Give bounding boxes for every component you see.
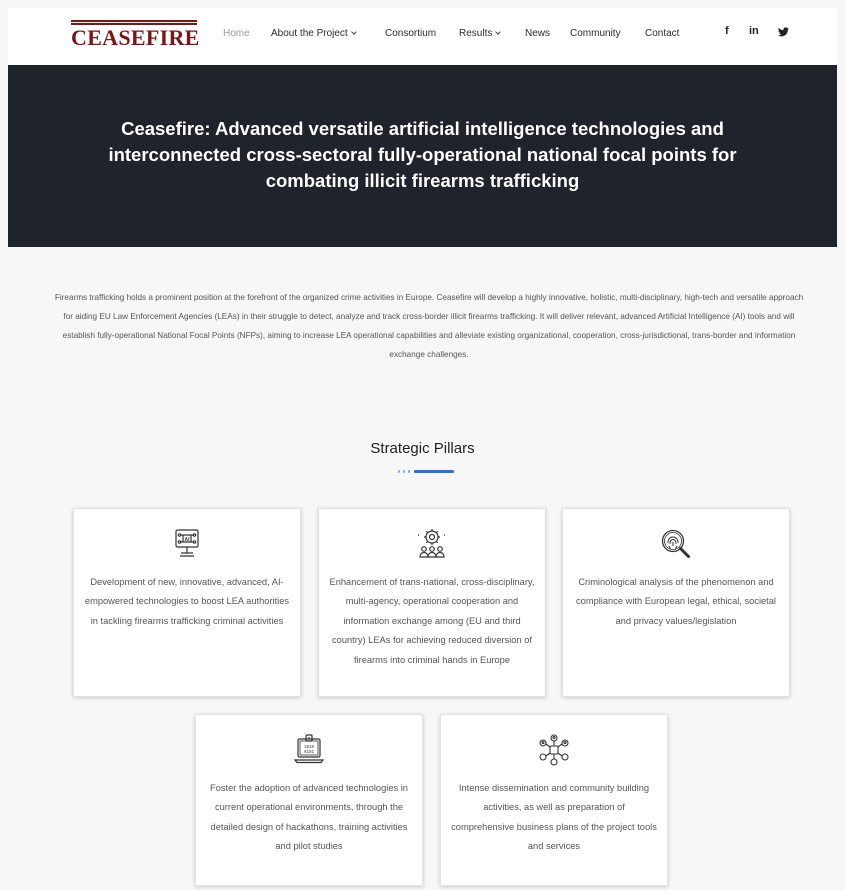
title-underline-decoration xyxy=(398,470,458,473)
nav-item-consortium[interactable]: Consortium xyxy=(385,28,436,39)
nav-item-label: Results xyxy=(459,28,493,39)
nav-item-label: About the Project xyxy=(271,28,348,39)
pillar-card-cooperation: Enhancement of trans-national, cross-dis… xyxy=(318,508,546,697)
team-gear-icon xyxy=(415,527,449,561)
network-community-icon xyxy=(537,733,571,767)
ai-chip-icon: AI xyxy=(170,527,204,561)
nav-item-label: Consortium xyxy=(385,28,437,39)
facebook-icon[interactable]: f xyxy=(725,25,729,37)
facebook-label: f xyxy=(725,25,729,37)
laptop-binary-icon: 1010 0101 xyxy=(292,733,326,767)
svg-text:1010: 1010 xyxy=(304,746,315,750)
svg-text:AI: AI xyxy=(185,537,191,543)
ceasefire-logo[interactable]: CEASEFIRE xyxy=(71,18,200,52)
pillar-card-text: Intense dissemination and community buil… xyxy=(451,783,657,852)
nav-item-news[interactable]: News xyxy=(525,28,550,39)
nav-item-community[interactable]: Community xyxy=(570,28,621,39)
hero-title: Ceasefire: Advanced versatile artificial… xyxy=(108,118,737,191)
chevron-down-icon xyxy=(495,29,502,35)
nav-item-results[interactable]: Results xyxy=(459,28,502,39)
pillar-card-adoption: 1010 0101 Foster the adoption of advance… xyxy=(195,714,423,886)
nav-item-label: Home xyxy=(223,28,250,39)
pillar-card-ai: AI Development of new, innovative, advan… xyxy=(73,508,301,697)
linkedin-label: in xyxy=(749,25,759,37)
hero-banner: Ceasefire: Advanced versatile artificial… xyxy=(8,65,837,247)
svg-text:0101: 0101 xyxy=(304,751,315,755)
nav-item-contact[interactable]: Contact xyxy=(645,28,679,39)
pillar-card-criminological: Criminological analysis of the phenomeno… xyxy=(562,508,790,697)
section-title: Strategic Pillars xyxy=(370,440,475,457)
nav-item-home[interactable]: Home xyxy=(223,28,250,39)
logo-text: CEASEFIRE xyxy=(71,25,200,50)
pillar-card-text: Development of new, innovative, advanced… xyxy=(84,577,290,626)
linkedin-icon[interactable]: in xyxy=(749,25,759,37)
pillar-card-text: Enhancement of trans-national, cross-dis… xyxy=(329,577,535,665)
twitter-bird-glyph xyxy=(778,27,789,37)
intro-paragraph: Firearms trafficking holds a prominent p… xyxy=(54,293,804,359)
chevron-down-icon xyxy=(350,29,357,35)
nav-item-label: News xyxy=(525,28,551,39)
twitter-icon[interactable] xyxy=(778,27,789,37)
nav-item-label: Contact xyxy=(645,28,680,39)
pillar-card-text: Criminological analysis of the phenomeno… xyxy=(576,577,776,626)
nav-item-about[interactable]: About the Project xyxy=(271,28,357,39)
logo-bar-top xyxy=(71,20,197,22)
nav-item-label: Community xyxy=(570,28,621,39)
fingerprint-search-icon xyxy=(659,527,693,561)
site-header: CEASEFIRE Home About the Project Consort… xyxy=(8,8,837,65)
pillar-card-dissemination: Intense dissemination and community buil… xyxy=(440,714,668,886)
pillar-card-text: Foster the adoption of advanced technolo… xyxy=(210,783,408,852)
